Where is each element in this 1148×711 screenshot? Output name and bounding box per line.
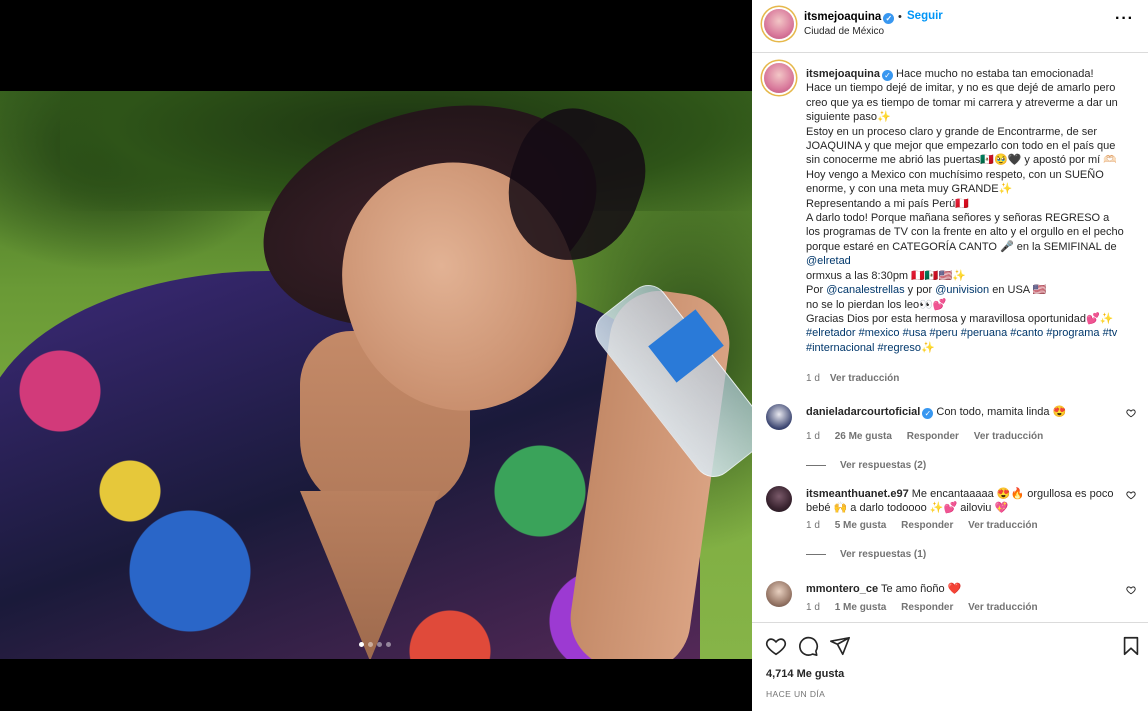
- mention-link[interactable]: @univision: [935, 284, 989, 296]
- media-panel: [0, 0, 752, 711]
- carousel-dot: [359, 642, 364, 647]
- comment-time: 1 d: [806, 431, 820, 442]
- translate-link[interactable]: Ver traducción: [968, 602, 1037, 613]
- mention-link[interactable]: @elretad: [806, 255, 851, 267]
- comment-text: itsmeanthuanet.e97 Me encantaaaaa 😍🔥 org…: [806, 487, 1116, 515]
- comment-meta: 1 d 26 Me gusta Responder Ver traducción: [806, 431, 1055, 442]
- caption-line: ormxus a las 8:30pm 🇵🇪🇲🇽🇺🇸✨: [806, 269, 966, 282]
- view-replies-button[interactable]: Ver respuestas (2): [806, 460, 926, 471]
- comment-time: 1 d: [806, 520, 820, 531]
- caption-line: no se lo pierdan los leo👀💕: [806, 298, 947, 311]
- post-photo[interactable]: [0, 91, 752, 659]
- carousel-dot: [386, 642, 391, 647]
- caption-line: Hace mucho no estaba tan emocionada!: [896, 68, 1094, 80]
- caption-line: Estoy en un proceso claro y grande de En…: [806, 125, 1117, 167]
- verified-icon: ✓: [922, 408, 934, 419]
- translate-link[interactable]: Ver traducción: [830, 373, 899, 384]
- caption-line: Hace un tiempo dejé de imitar, y no es q…: [806, 82, 1118, 124]
- comments-scroll-area[interactable]: itsmejoaquina ✓ Hace mucho no estaba tan …: [752, 54, 1148, 622]
- hashtag-links[interactable]: #elretador #mexico #usa #peru #peruana #…: [806, 327, 1117, 353]
- caption-line: ✨: [920, 341, 935, 354]
- heart-icon[interactable]: [1126, 585, 1136, 595]
- heart-icon[interactable]: [1126, 408, 1136, 418]
- comment-icon[interactable]: [797, 635, 819, 657]
- mention-link[interactable]: @canalestrellas: [826, 284, 904, 296]
- avatar[interactable]: [764, 9, 794, 39]
- view-replies-button[interactable]: Ver respuestas (1): [806, 549, 926, 560]
- avatar[interactable]: [766, 404, 792, 430]
- carousel-indicator: [359, 642, 391, 647]
- post-actions-bar: 4,714 Me gusta HACE UN DÍA: [752, 622, 1148, 711]
- caption-time: 1 d: [806, 373, 820, 384]
- post-header: itsmejoaquina ✓ • Seguir Ciudad de México…: [752, 0, 1148, 53]
- heart-icon[interactable]: [765, 635, 787, 657]
- caption-line: Representando a mi país Perú🇵🇪: [806, 197, 969, 210]
- header-separator: •: [898, 11, 902, 23]
- reply-button[interactable]: Responder: [901, 520, 953, 531]
- avatar[interactable]: [766, 581, 792, 607]
- caption-line: Hoy vengo a Mexico con muchísimo respeto…: [806, 168, 1104, 196]
- post-side-panel: itsmejoaquina ✓ • Seguir Ciudad de México…: [752, 0, 1148, 711]
- comment-likes[interactable]: 26 Me gusta: [835, 431, 892, 442]
- comment-text: mmontero_ce Te amo ñoño ❤️: [806, 582, 1116, 596]
- share-icon[interactable]: [829, 635, 851, 657]
- comment-likes[interactable]: 5 Me gusta: [835, 520, 887, 531]
- bookmark-icon[interactable]: [1120, 635, 1142, 657]
- more-icon[interactable]: ···: [1115, 10, 1134, 28]
- comment-likes[interactable]: 1 Me gusta: [835, 602, 887, 613]
- translate-link[interactable]: Ver traducción: [968, 520, 1037, 531]
- caption-line: Gracias Dios por esta hermosa y maravill…: [806, 312, 1114, 325]
- header-username[interactable]: itsmejoaquina ✓: [804, 11, 895, 24]
- comment-meta: 1 d 1 Me gusta Responder Ver traducción: [806, 602, 1050, 613]
- translate-link[interactable]: Ver traducción: [974, 431, 1043, 442]
- comment-text: danieladarcourtoficial ✓ Con todo, mamita…: [806, 405, 1116, 419]
- comment-username[interactable]: itsmeanthuanet.e97: [806, 488, 909, 500]
- reply-button[interactable]: Responder: [901, 602, 953, 613]
- caption-line: en USA 🇺🇸: [989, 284, 1047, 297]
- instagram-post-modal: itsmejoaquina ✓ • Seguir Ciudad de México…: [0, 0, 1148, 711]
- comment-username[interactable]: danieladarcourtoficial: [806, 406, 920, 418]
- comment-body: Con todo, mamita linda 😍: [936, 406, 1067, 418]
- caption-username[interactable]: itsmejoaquina: [806, 68, 880, 80]
- caption-meta: 1 d Ver traducción: [806, 373, 899, 384]
- comment-meta: 1 d 5 Me gusta Responder Ver traducción: [806, 520, 1050, 531]
- caption-line: A darlo todo! Porque mañana señores y se…: [806, 212, 1124, 253]
- carousel-dot: [368, 642, 373, 647]
- follow-button[interactable]: Seguir: [907, 10, 943, 22]
- verified-icon: ✓: [883, 13, 895, 24]
- post-caption: itsmejoaquina ✓ Hace mucho no estaba tan …: [806, 67, 1126, 355]
- reply-button[interactable]: Responder: [907, 431, 959, 442]
- caption-line: y por: [904, 284, 936, 297]
- header-username-text[interactable]: itsmejoaquina: [804, 11, 881, 23]
- avatar[interactable]: [764, 63, 794, 93]
- verified-icon: ✓: [881, 70, 893, 81]
- caption-line: Por: [806, 284, 827, 297]
- likes-count[interactable]: 4,714 Me gusta: [766, 668, 844, 680]
- comment-username[interactable]: mmontero_ce: [806, 583, 878, 595]
- post-timestamp: HACE UN DÍA: [766, 689, 826, 699]
- comment-time: 1 d: [806, 602, 820, 613]
- carousel-dot: [377, 642, 382, 647]
- heart-icon[interactable]: [1126, 490, 1136, 500]
- avatar[interactable]: [766, 486, 792, 512]
- comment-body: Te amo ñoño ❤️: [881, 583, 962, 595]
- post-location[interactable]: Ciudad de México: [804, 26, 884, 37]
